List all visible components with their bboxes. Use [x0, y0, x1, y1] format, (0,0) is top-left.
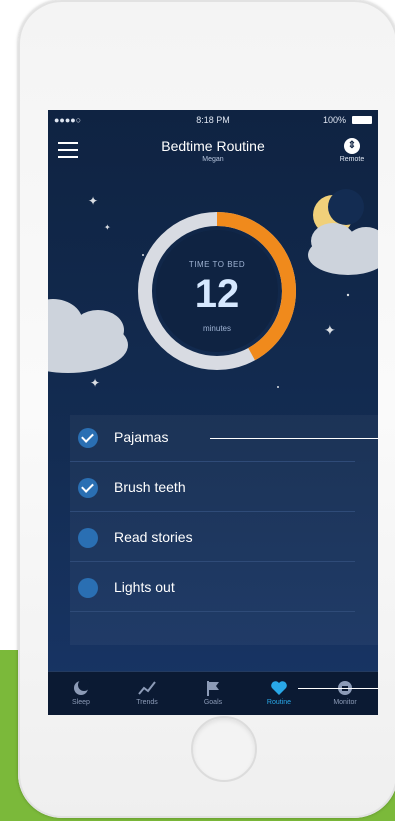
battery-percent: 100%: [322, 115, 346, 125]
battery-icon: [352, 116, 372, 124]
checklist-item-label: Pajamas: [114, 429, 169, 445]
trend-icon: [138, 681, 156, 695]
tab-label: Sleep: [72, 699, 90, 706]
remote-label: Remote: [339, 156, 365, 163]
checklist-item-label: Brush teeth: [114, 479, 186, 495]
checklist-item-label: Lights out: [114, 579, 175, 595]
tab-monitor[interactable]: Monitor: [312, 672, 378, 715]
tab-goals[interactable]: Goals: [180, 672, 246, 715]
timer-label: TIME TO BED: [188, 260, 246, 269]
timer-center: TIME TO BED 12 minutes: [156, 230, 278, 352]
cloud-right: [308, 223, 378, 275]
tab-trends[interactable]: Trends: [114, 672, 180, 715]
checklist-item-read-stories[interactable]: Read stories: [70, 515, 355, 562]
tab-routine[interactable]: Routine: [246, 672, 312, 715]
tab-bar: Sleep Trends Goals Routine Monitor: [48, 671, 378, 715]
star-icon: ✦: [88, 194, 98, 208]
timer-value: 12: [194, 272, 240, 316]
app-screen: ●●●●○ 8:18 PM 100% Bedtime Routine Megan…: [48, 110, 378, 715]
time-to-bed-timer: TIME TO BED 12 minutes: [136, 210, 298, 372]
checklist-item-brush-teeth[interactable]: Brush teeth: [70, 465, 355, 512]
page-title: Bedtime Routine: [161, 138, 265, 154]
routine-checklist: Pajamas Brush teeth Read stories Lights …: [70, 415, 378, 645]
check-icon[interactable]: [78, 578, 98, 598]
tab-label: Monitor: [333, 699, 357, 706]
check-icon[interactable]: [78, 428, 98, 448]
timer-unit: minutes: [202, 324, 231, 333]
checklist-item-label: Read stories: [114, 529, 193, 545]
moon-icon: [74, 679, 90, 695]
star-icon: ✦: [90, 376, 100, 390]
star-icon: ✦: [324, 323, 336, 339]
home-button[interactable]: [191, 716, 257, 782]
status-bar: ●●●●○ 8:18 PM 100%: [48, 110, 378, 128]
tab-sleep[interactable]: Sleep: [48, 672, 114, 715]
navigation-bar: Bedtime Routine Megan ⇕ Remote: [48, 130, 378, 175]
remote-button[interactable]: ⇕ Remote: [332, 138, 372, 163]
tab-label: Goals: [203, 699, 223, 706]
callout-line: [210, 438, 378, 439]
star-icon: ✦: [104, 223, 111, 232]
checklist-item-lights-out[interactable]: Lights out: [70, 565, 355, 612]
cloud-left: [48, 299, 128, 373]
remote-icon: ⇕: [344, 138, 360, 154]
check-icon[interactable]: [78, 528, 98, 548]
heart-icon: [271, 681, 287, 695]
flag-icon: [207, 681, 219, 696]
callout-line: [298, 688, 378, 689]
page-subtitle: Megan: [202, 156, 224, 163]
tab-label: Routine: [266, 699, 292, 706]
tab-label: Trends: [136, 699, 158, 706]
check-icon[interactable]: [78, 478, 98, 498]
